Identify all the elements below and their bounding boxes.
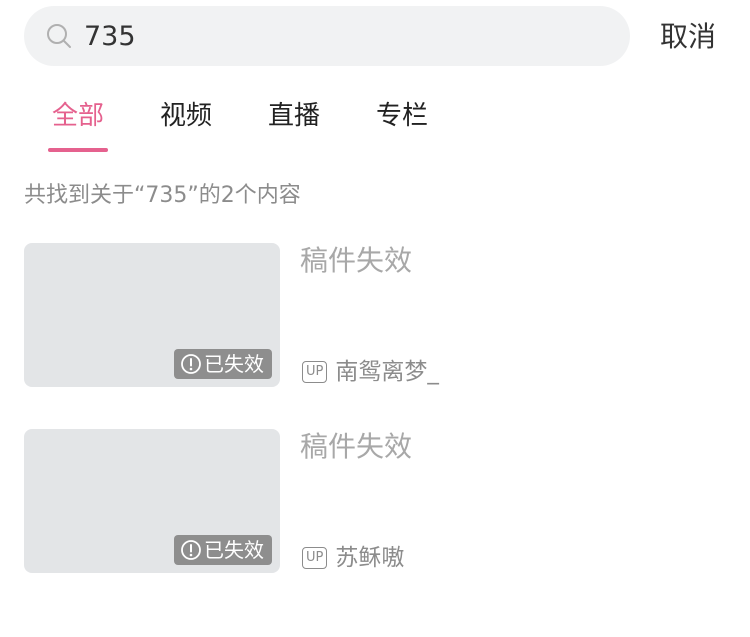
uploader-row[interactable]: UP 苏稣嗷 — [302, 543, 404, 573]
video-thumbnail[interactable]: 已失效 — [24, 243, 280, 387]
warning-circle-icon — [181, 354, 201, 374]
up-icon: UP — [302, 361, 328, 383]
up-icon: UP — [302, 547, 328, 569]
invalid-badge: 已失效 — [174, 535, 272, 565]
result-summary: 共找到关于“735”的2个内容 — [24, 183, 301, 208]
badge-label: 已失效 — [204, 538, 264, 562]
search-input[interactable] — [84, 16, 604, 56]
badge-label: 已失效 — [204, 352, 264, 376]
uploader-name[interactable]: 苏稣嗷 — [335, 543, 404, 573]
search-icon — [47, 24, 71, 48]
active-tab-indicator — [48, 148, 108, 152]
search-bar[interactable] — [24, 6, 630, 66]
item-title[interactable]: 稿件失效 — [300, 243, 412, 279]
cancel-button[interactable]: 取消 — [660, 18, 716, 56]
warning-circle-icon — [181, 540, 201, 560]
item-title[interactable]: 稿件失效 — [300, 429, 412, 465]
result-item[interactable]: 已失效 稿件失效 UP 南鸳离梦_ — [24, 243, 724, 387]
result-item[interactable]: 已失效 稿件失效 UP 苏稣嗷 — [24, 429, 724, 573]
tab-all[interactable]: 全部 — [52, 96, 104, 136]
video-thumbnail[interactable]: 已失效 — [24, 429, 280, 573]
invalid-badge: 已失效 — [174, 349, 272, 379]
tab-bar: 全部 视频 直播 专栏 — [0, 96, 750, 156]
tab-articles[interactable]: 专栏 — [376, 96, 428, 136]
tab-videos[interactable]: 视频 — [160, 96, 212, 136]
uploader-name[interactable]: 南鸳离梦_ — [335, 357, 439, 387]
tab-live[interactable]: 直播 — [268, 96, 320, 136]
uploader-row[interactable]: UP 南鸳离梦_ — [302, 357, 439, 387]
